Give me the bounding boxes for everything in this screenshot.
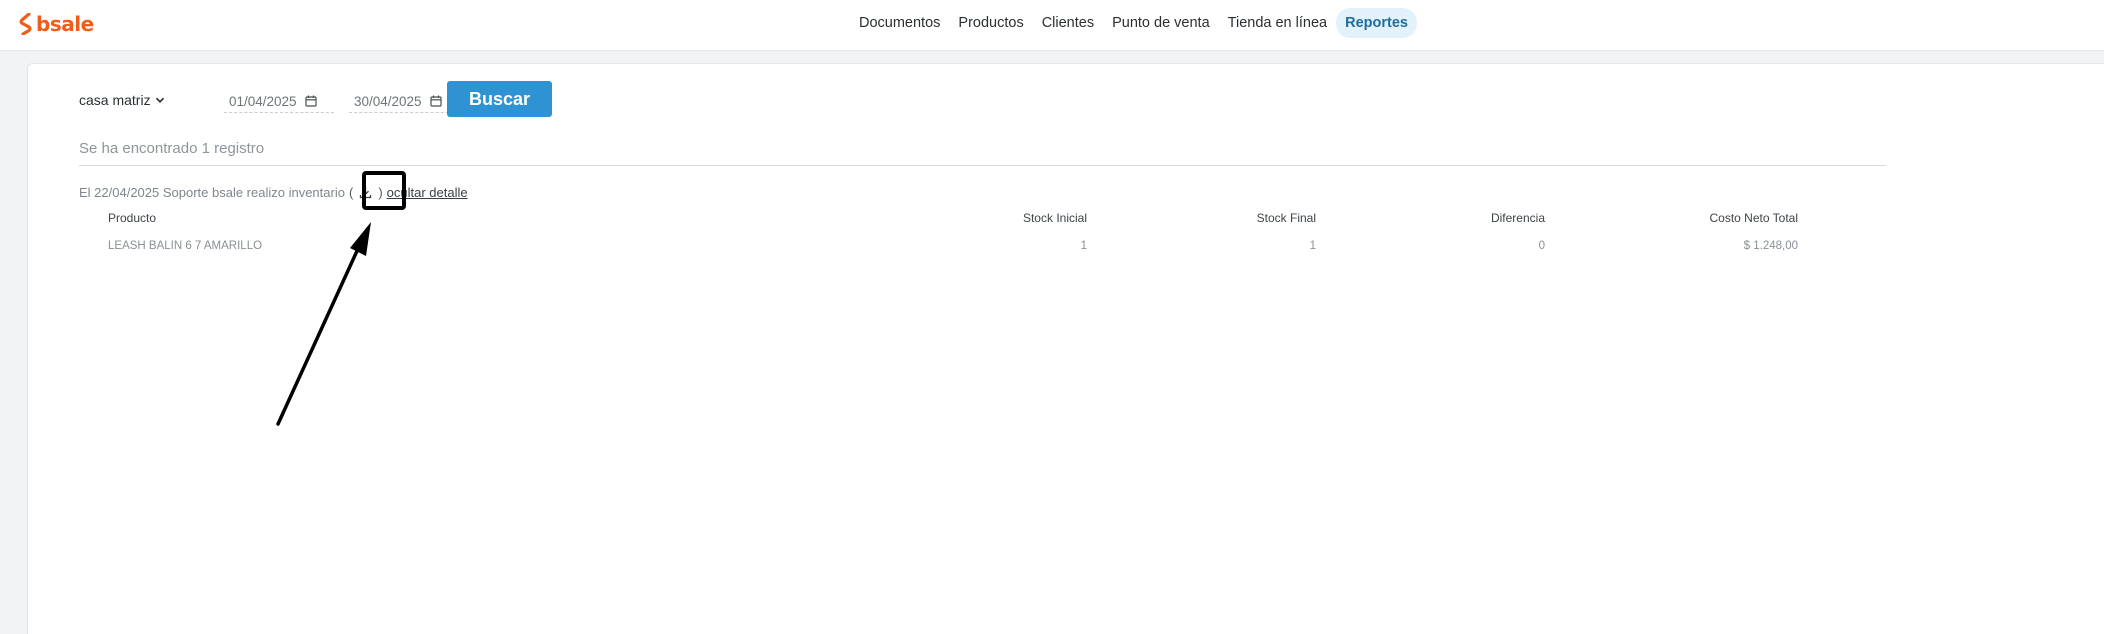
date-from-value: 01/04/2025 (229, 93, 297, 109)
cell-stock-final: 1 (1309, 240, 1316, 252)
chevron-down-icon (155, 97, 164, 103)
record-description: El 22/04/2025 Soporte bsale realizo inve… (79, 185, 345, 200)
nav-item-tienda-en-linea[interactable]: Tienda en línea (1219, 8, 1336, 38)
cell-stock-initial: 1 (1080, 240, 1087, 252)
date-from-field[interactable]: 01/04/2025 (224, 90, 334, 113)
nav-item-clientes[interactable]: Clientes (1033, 8, 1103, 38)
results-summary: Se ha encontrado 1 registro (79, 140, 265, 157)
date-to-field[interactable]: 30/04/2025 (349, 90, 459, 113)
bsale-logo[interactable]: bsale (19, 12, 94, 36)
header-difference: Diferencia (1490, 211, 1545, 225)
bsale-logo-icon (19, 13, 32, 35)
annotation-arrow-icon (276, 222, 371, 426)
date-to-value: 30/04/2025 (354, 93, 422, 109)
cell-product: LEASH BALIN 6 7 AMARILLO (108, 240, 263, 252)
nav-item-reportes[interactable]: Reportes (1336, 8, 1417, 38)
brand-name: bsale (36, 12, 94, 36)
divider (79, 165, 1886, 166)
annotation-highlight-box (362, 171, 406, 210)
nav-item-documentos[interactable]: Documentos (850, 8, 949, 38)
header-stock-initial: Stock Inicial (1022, 211, 1087, 225)
main-nav: Documentos Productos Clientes Punto de v… (850, 7, 1417, 39)
nav-item-productos[interactable]: Productos (949, 8, 1032, 38)
header-stock-final: Stock Final (1256, 211, 1316, 225)
top-bar: bsale Documentos Productos Clientes Punt… (0, 0, 2104, 51)
calendar-icon[interactable] (304, 95, 317, 107)
header-product: Producto (108, 211, 157, 225)
header-net-cost: Costo Neto Total (1709, 211, 1799, 225)
cell-net-cost: $ 1.248,00 (1743, 240, 1798, 252)
calendar-icon[interactable] (429, 95, 442, 107)
nav-item-punto-de-venta[interactable]: Punto de venta (1103, 8, 1219, 38)
cell-difference: 0 (1538, 240, 1545, 252)
branch-select-value: casa matriz (79, 92, 151, 108)
download-paren-open: ( (348, 185, 354, 200)
branch-select[interactable]: casa matriz (79, 92, 165, 108)
record-header: El 22/04/2025 Soporte bsale realizo inve… (79, 185, 468, 200)
search-button[interactable]: Buscar (447, 81, 552, 117)
